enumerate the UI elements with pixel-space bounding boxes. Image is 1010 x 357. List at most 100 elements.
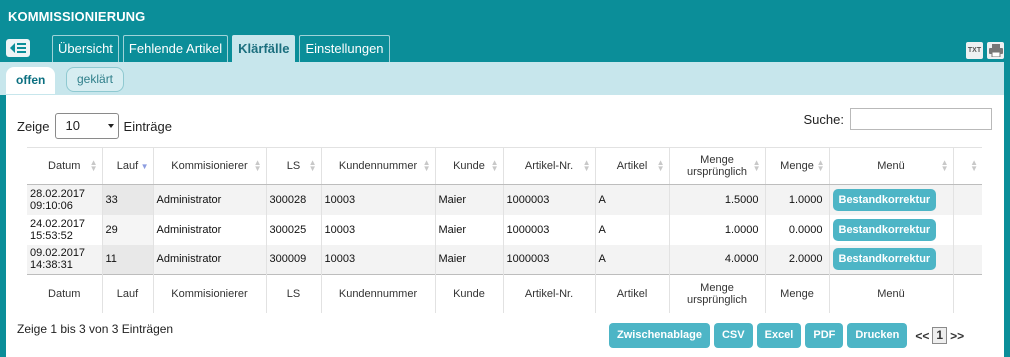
content-panel: Zeige 10 Einträge Suche: Datum ▲ ▼ Lauf ▼ K… xyxy=(6,95,1004,357)
page-length-value: 10 xyxy=(65,118,80,133)
sort-icon: ▲ ▼ xyxy=(89,158,98,173)
cell-menge-urspruenglich: 1.0000 xyxy=(669,214,766,245)
cell-kommisionierer: Administrator xyxy=(153,244,267,275)
drucken-button[interactable]: Drucken xyxy=(847,323,908,348)
sort-icon: ▲ ▼ xyxy=(752,158,761,173)
sort-icon: ▲ ▼ xyxy=(582,158,591,173)
cell-menge-urspruenglich: 4.0000 xyxy=(669,244,766,275)
printer-icon[interactable] xyxy=(987,42,1004,59)
cell-lauf: 11 xyxy=(102,244,154,275)
cell-artikel: A xyxy=(595,244,670,275)
col-header-kommisionierer[interactable]: Kommisionierer ▲ ▼ xyxy=(153,147,267,185)
menu-collapse-icon[interactable] xyxy=(6,39,30,57)
page-length-control: Zeige 10 Einträge xyxy=(17,113,172,139)
table-row: 09.02.2017 14:38:31 11 Administrator 300… xyxy=(27,244,982,275)
main-tabs: Übersicht Fehlende Artikel Klärfälle Ein… xyxy=(52,35,390,62)
sort-icon: ▲ ▼ xyxy=(490,158,499,173)
sort-desc-icon: ▼ xyxy=(140,162,149,171)
tab-einstellungen[interactable]: Einstellungen xyxy=(299,35,390,62)
bestandkorrektur-button[interactable]: Bestandkorrektur xyxy=(832,188,937,211)
cell-kommisionierer: Administrator xyxy=(153,214,267,245)
cell-extra xyxy=(953,185,982,215)
col-header-menge-urspruenglich[interactable]: Menge ursprünglich ▲ ▼ xyxy=(669,147,766,185)
next-page-link[interactable]: >> xyxy=(950,329,964,343)
cell-datum: 28.02.2017 09:10:06 xyxy=(27,184,103,215)
cell-extra xyxy=(953,245,982,275)
bestandkorrektur-button[interactable]: Bestandkorrektur xyxy=(832,248,937,271)
cell-ls: 300028 xyxy=(266,184,322,215)
col-header-menge[interactable]: Menge ▲ ▼ xyxy=(765,147,830,185)
cell-datum: 24.02.2017 15:53:52 xyxy=(27,214,103,245)
cell-artikel-nr: 1000003 xyxy=(503,244,596,275)
table-row: 28.02.2017 09:10:06 33 Administrator 300… xyxy=(27,184,982,215)
col-header-artikel[interactable]: Artikel ▲ ▼ xyxy=(595,147,670,185)
zwischenablage-button[interactable]: Zwischenablage xyxy=(609,323,710,348)
tab-klaerfaelle[interactable]: Klärfälle xyxy=(232,35,296,62)
cell-lauf: 33 xyxy=(102,184,154,215)
search-input[interactable] xyxy=(850,108,992,130)
cell-ls: 300025 xyxy=(266,214,322,245)
cell-kunde: Maier xyxy=(435,214,504,245)
page-length-select[interactable]: 10 xyxy=(54,113,119,139)
sort-icon: ▲ ▼ xyxy=(940,158,949,173)
sort-icon: ▲ ▼ xyxy=(656,158,665,173)
sub-tab-bar: offen geklärt xyxy=(0,62,1004,95)
col-header-kunde[interactable]: Kunde ▲ ▼ xyxy=(435,147,504,185)
cell-kommisionierer: Administrator xyxy=(153,184,267,215)
footer-kommisionierer: Kommisionierer xyxy=(153,274,267,313)
chevron-down-icon xyxy=(107,124,114,128)
excel-button[interactable]: Excel xyxy=(756,323,802,348)
pdf-button[interactable]: PDF xyxy=(805,323,844,348)
cell-kundennummer: 10003 xyxy=(321,214,436,245)
prev-page-link[interactable]: << xyxy=(915,329,929,343)
table-info: Zeige 1 bis 3 von 3 Einträgen xyxy=(17,322,174,336)
cell-kunde: Maier xyxy=(435,244,504,275)
csv-button[interactable]: CSV xyxy=(713,323,753,348)
app-title: KOMMISSIONIERUNG xyxy=(8,9,146,24)
col-header-extra[interactable]: ▲ ▼ xyxy=(953,147,982,185)
col-header-artikel-nr[interactable]: Artikel-Nr. ▲ ▼ xyxy=(503,147,596,185)
subtab-geklaert[interactable]: geklärt xyxy=(66,67,125,92)
page-1-button[interactable]: 1 xyxy=(932,327,948,344)
sort-icon: ▲ ▼ xyxy=(308,158,317,173)
subtab-offen[interactable]: offen xyxy=(6,67,56,94)
footer-menge: Menge xyxy=(765,274,830,313)
cell-ls: 300009 xyxy=(266,244,322,275)
export-actions: Zwischenablage CSV Excel PDF Drucken << … xyxy=(609,323,964,348)
cell-kundennummer: 10003 xyxy=(321,184,436,215)
footer-extra xyxy=(953,274,982,313)
search-label: Suche: xyxy=(803,111,844,127)
sort-icon: ▲ ▼ xyxy=(422,158,431,173)
data-table: Datum ▲ ▼ Lauf ▼ Kommisionierer ▲ ▼ LS ▲ ▼ Kund… xyxy=(27,147,982,313)
cell-lauf: 29 xyxy=(102,214,154,245)
cell-artikel-nr: 1000003 xyxy=(503,214,596,245)
table-row: 24.02.2017 15:53:52 29 Administrator 300… xyxy=(27,214,982,245)
length-suffix: Einträge xyxy=(123,118,172,134)
app-header: KOMMISSIONIERUNG Übersicht Fehlende Arti… xyxy=(0,0,1010,62)
cell-kundennummer: 10003 xyxy=(321,244,436,275)
footer-lauf: Lauf xyxy=(102,274,154,313)
sort-icon: ▲ ▼ xyxy=(816,158,825,173)
cell-menge: 2.0000 xyxy=(765,244,830,275)
cell-menge-urspruenglich: 1.5000 xyxy=(669,184,766,215)
sort-icon: ▲ ▼ xyxy=(253,158,262,173)
footer-ls: LS xyxy=(266,274,322,313)
col-header-lauf[interactable]: Lauf ▼ xyxy=(102,147,154,185)
footer-kundennummer: Kundennummer xyxy=(321,274,436,313)
footer-menge-urspruenglich: Menge ursprünglich xyxy=(669,274,766,313)
cell-menue: Bestandkorrektur xyxy=(829,244,954,275)
col-header-kundennummer[interactable]: Kundennummer ▲ ▼ xyxy=(321,147,436,185)
cell-artikel-nr: 1000003 xyxy=(503,184,596,215)
col-header-ls[interactable]: LS ▲ ▼ xyxy=(266,147,322,185)
cell-artikel: A xyxy=(595,184,670,215)
search-control: Suche: xyxy=(804,108,992,130)
txt-export-icon[interactable]: TXT xyxy=(966,42,983,59)
cell-menue: Bestandkorrektur xyxy=(829,184,954,215)
tab-uebersicht[interactable]: Übersicht xyxy=(52,35,119,62)
footer-menue: Menü xyxy=(829,274,954,313)
tab-fehlende-artikel[interactable]: Fehlende Artikel xyxy=(122,35,229,62)
cell-artikel: A xyxy=(595,214,670,245)
bestandkorrektur-button[interactable]: Bestandkorrektur xyxy=(832,218,937,241)
col-header-menue[interactable]: Menü ▲ ▼ xyxy=(829,147,954,185)
col-header-datum[interactable]: Datum ▲ ▼ xyxy=(27,147,103,185)
